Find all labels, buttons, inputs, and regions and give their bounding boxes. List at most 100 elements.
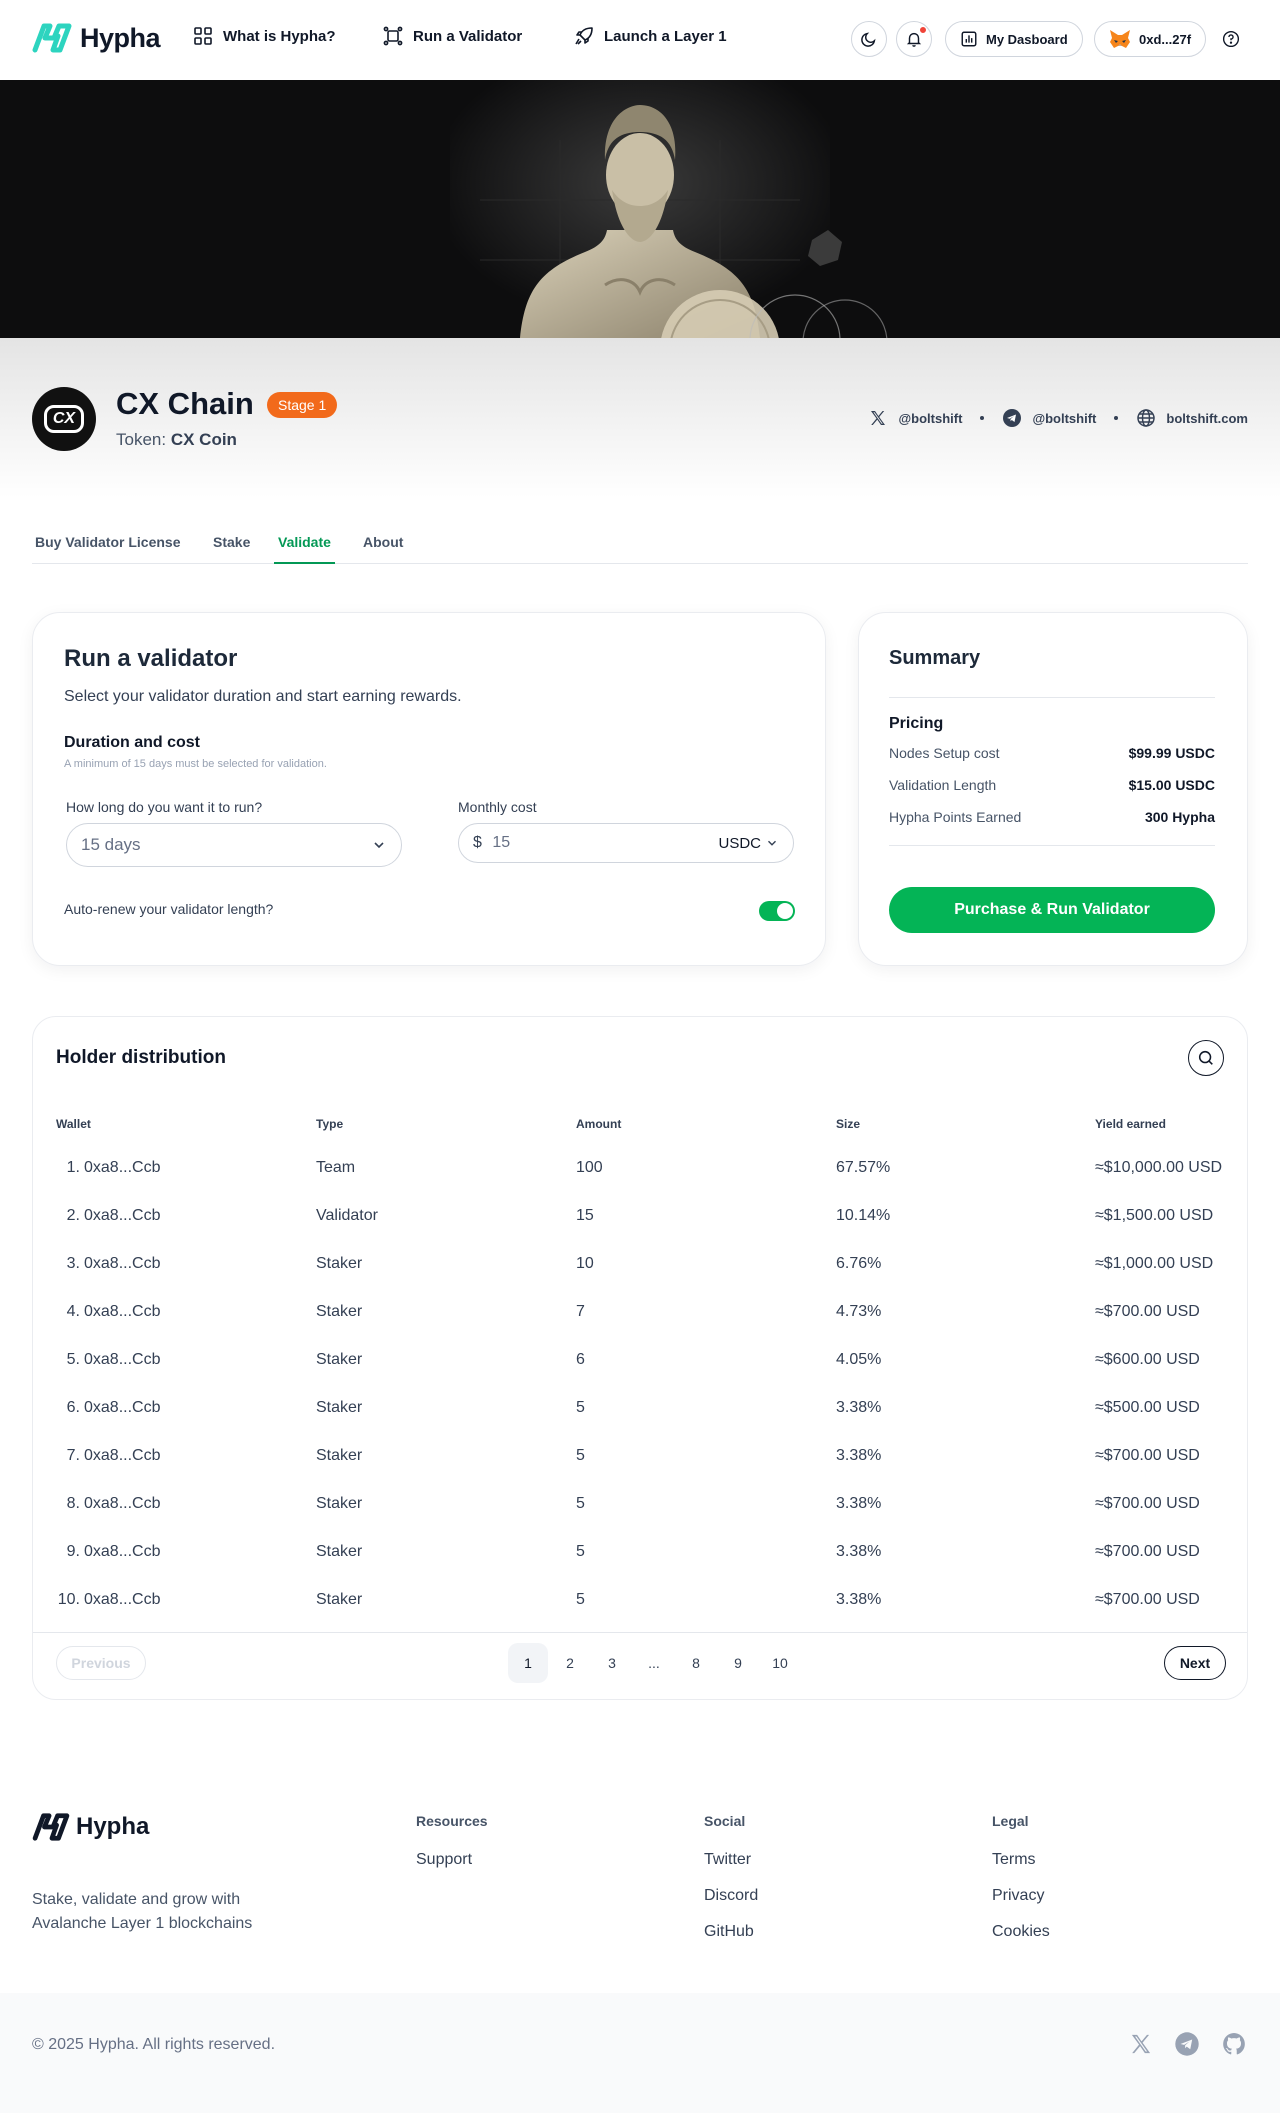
token-line: Token: CX Coin <box>116 430 237 450</box>
wallet-address: 0xa8...Ccb <box>84 1351 161 1368</box>
wallet-cell[interactable]: 8. 0xa8...Ccb <box>56 1495 161 1513</box>
currency-select[interactable]: USDC <box>718 835 779 852</box>
chain-name: CX Chain <box>116 386 254 421</box>
next-page-button[interactable]: Next <box>1164 1646 1226 1680</box>
yield-cell: ≈$1,500.00 USD <box>1095 1207 1214 1224</box>
page-9-button[interactable]: 9 <box>718 1643 758 1683</box>
table-row: 3. 0xa8...Ccb Staker 10 6.76% ≈$1,000.00 USD <box>33 1241 1247 1289</box>
yield-cell: ≈$600.00 USD <box>1095 1351 1200 1368</box>
type-cell: Validator <box>316 1207 378 1224</box>
column-header-wallet: Wallet <box>56 1117 91 1131</box>
page-2-button[interactable]: 2 <box>550 1643 590 1683</box>
footer-link-cookies[interactable]: Cookies <box>992 1923 1050 1941</box>
notifications-button[interactable] <box>896 21 932 57</box>
wallet-cell[interactable]: 5. 0xa8...Ccb <box>56 1351 161 1369</box>
footer-logo[interactable]: Hypha <box>32 1812 149 1842</box>
telegram-icon[interactable] <box>1174 2031 1200 2057</box>
x-twitter-icon <box>871 411 886 425</box>
duration-select[interactable]: 15 days <box>66 823 402 867</box>
yield-cell: ≈$700.00 USD <box>1095 1303 1200 1320</box>
footer-link-privacy[interactable]: Privacy <box>992 1887 1044 1905</box>
row-index: 4. <box>66 1303 80 1320</box>
search-icon <box>1198 1050 1213 1065</box>
wallet-cell[interactable]: 10. 0xa8...Ccb <box>54 1591 161 1609</box>
wallet-button[interactable]: 0xd...27f <box>1094 21 1207 57</box>
twitter-handle-link[interactable]: @boltshift <box>898 411 962 426</box>
stage-badge: Stage 1 <box>267 392 338 418</box>
footer-link-twitter[interactable]: Twitter <box>704 1851 751 1869</box>
duration-section-title: Duration and cost <box>64 734 201 751</box>
nav-launch-layer1[interactable]: Launch a Layer 1 <box>574 26 727 46</box>
wallet-address: 0xa8...Ccb <box>84 1207 161 1224</box>
footer-bottom-bar: © 2025 Hypha. All rights reserved. <box>0 1993 1280 2113</box>
wallet-cell[interactable]: 7. 0xa8...Ccb <box>56 1447 161 1465</box>
chain-logo-text: CX <box>43 405 85 433</box>
globe-icon <box>1137 409 1156 427</box>
theme-toggle-button[interactable] <box>851 21 887 57</box>
row-index: 8. <box>66 1495 80 1512</box>
amount-cell: 6 <box>576 1351 585 1368</box>
summary-row-label: Hypha Points Earned <box>889 809 1022 825</box>
table-row: 10. 0xa8...Ccb Staker 5 3.38% ≈$700.00 USD <box>33 1577 1247 1625</box>
column-header-yield: Yield earned <box>1095 1117 1166 1131</box>
wallet-address: 0xa8...Ccb <box>84 1543 161 1560</box>
hypha-logo[interactable]: Hypha <box>32 22 161 54</box>
telegram-handle-link[interactable]: @boltshift <box>1032 411 1096 426</box>
wallet-cell[interactable]: 4. 0xa8...Ccb <box>56 1303 161 1321</box>
tab-about[interactable]: About <box>363 534 403 562</box>
pricing-label: Pricing <box>889 715 944 732</box>
table-row: 5. 0xa8...Ccb Staker 6 4.05% ≈$600.00 USD <box>33 1337 1247 1385</box>
summary-divider-bottom <box>889 845 1215 846</box>
size-cell: 4.05% <box>836 1351 882 1368</box>
chevron-down-icon <box>768 840 776 846</box>
page-1-button[interactable]: 1 <box>508 1643 548 1683</box>
token-name: CX Coin <box>170 430 237 449</box>
hero-statue-illustration <box>450 80 888 338</box>
footer-tagline-line: Stake, validate and grow with <box>32 1891 241 1908</box>
wallet-cell[interactable]: 9. 0xa8...Ccb <box>56 1543 161 1561</box>
footer-link-github[interactable]: GitHub <box>704 1923 754 1941</box>
amount-cell: 5 <box>576 1543 585 1560</box>
table-row: 6. 0xa8...Ccb Staker 5 3.38% ≈$500.00 USD <box>33 1385 1247 1433</box>
tab-buy-validator-license[interactable]: Buy Validator License <box>35 534 181 562</box>
page-3-button[interactable]: 3 <box>592 1643 632 1683</box>
copyright-text: © 2025 Hypha. All rights reserved. <box>32 2036 276 2053</box>
footer-link-support[interactable]: Support <box>416 1851 472 1869</box>
holder-search-button[interactable] <box>1188 1040 1224 1076</box>
page-8-button[interactable]: 8 <box>676 1643 716 1683</box>
dashboard-button[interactable]: My Dasboard <box>945 21 1083 57</box>
nav-link-label: What is Hypha? <box>223 27 336 45</box>
help-button[interactable] <box>1213 21 1249 57</box>
wallet-address: 0xa8...Ccb <box>84 1303 161 1320</box>
nav-what-is-hypha[interactable]: What is Hypha? <box>193 26 336 46</box>
separator-dot <box>980 416 985 420</box>
wallet-cell[interactable]: 3. 0xa8...Ccb <box>56 1255 161 1273</box>
github-icon[interactable] <box>1221 2031 1247 2057</box>
table-row: 4. 0xa8...Ccb Staker 7 4.73% ≈$700.00 USD <box>33 1289 1247 1337</box>
x-twitter-icon[interactable] <box>1128 2031 1154 2057</box>
wallet-cell[interactable]: 6. 0xa8...Ccb <box>56 1399 161 1417</box>
footer-link-terms[interactable]: Terms <box>992 1851 1036 1869</box>
autorenew-toggle[interactable] <box>759 901 795 921</box>
nav-run-validator[interactable]: Run a Validator <box>383 26 522 46</box>
previous-page-button[interactable]: Previous <box>56 1646 146 1680</box>
amount-cell: 5 <box>576 1399 585 1416</box>
run-validator-card: Run a validator Select your validator du… <box>32 612 826 966</box>
yield-cell: ≈$10,000.00 USD <box>1095 1159 1223 1176</box>
purchase-run-validator-button[interactable]: Purchase & Run Validator <box>889 887 1215 933</box>
monthly-cost-input[interactable]: $ 15 USDC <box>458 823 794 863</box>
footer-link-discord[interactable]: Discord <box>704 1887 758 1905</box>
wallet-cell[interactable]: 2. 0xa8...Ccb <box>56 1207 161 1225</box>
run-validator-title: Run a validator <box>64 645 238 672</box>
row-index: 1. <box>66 1159 80 1176</box>
hypha-logo-icon <box>32 23 72 53</box>
monthly-cost-value: 15 <box>492 834 511 851</box>
page-10-button[interactable]: 10 <box>760 1643 800 1683</box>
tab-validate[interactable]: Validate <box>274 534 335 564</box>
notification-dot <box>919 26 927 34</box>
wallet-address: 0xd...27f <box>1139 31 1192 47</box>
website-link[interactable]: boltshift.com <box>1166 411 1248 426</box>
wallet-cell[interactable]: 1. 0xa8...Ccb <box>56 1159 161 1177</box>
tab-stake[interactable]: Stake <box>213 534 250 562</box>
type-cell: Staker <box>316 1351 363 1368</box>
